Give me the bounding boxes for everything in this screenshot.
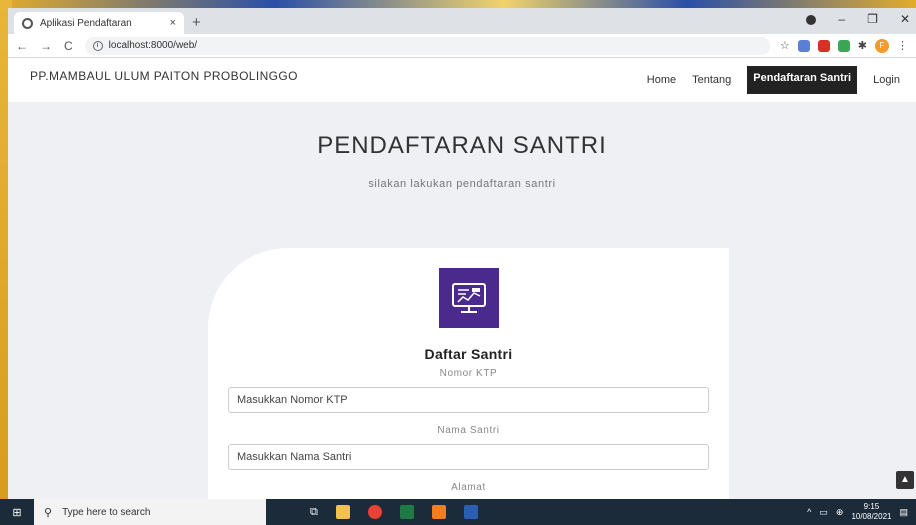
word-icon[interactable] xyxy=(463,505,478,519)
task-view-icon[interactable]: ⧉ xyxy=(310,506,318,519)
page-subtitle: silakan lakukan pendaftaran santri xyxy=(368,178,556,190)
extension-icon[interactable] xyxy=(797,39,810,52)
star-icon[interactable]: ☆ xyxy=(780,39,790,52)
nav-tentang[interactable]: Tentang xyxy=(692,74,731,86)
excel-icon[interactable] xyxy=(399,505,414,519)
clock[interactable]: 9:15 10/08/2021 xyxy=(851,502,891,522)
nav-login[interactable]: Login xyxy=(873,74,900,86)
nav-pendaftaran-santri[interactable]: Pendaftaran Santri xyxy=(747,66,858,94)
hero-section: PENDAFTARAN SANTRI silakan lakukan penda… xyxy=(8,132,916,190)
gem-extension-icon[interactable] xyxy=(837,39,850,52)
site-brand[interactable]: PP.MAMBAUL ULUM PAITON PROBOLINGGO xyxy=(30,69,647,83)
scroll-top-button[interactable]: ▲ xyxy=(896,471,914,489)
keyboard-icon[interactable]: ▭ xyxy=(819,507,828,518)
forward-icon[interactable]: → xyxy=(40,39,52,53)
globe-icon xyxy=(22,17,33,29)
date-text: 10/08/2021 xyxy=(851,512,892,521)
nav-home[interactable]: Home xyxy=(647,74,676,86)
new-tab-button[interactable]: + xyxy=(192,14,201,31)
registration-card: Daftar Santri Nomor KTP Nama Santri Alam… xyxy=(208,248,729,499)
site-navbar: PP.MAMBAUL ULUM PAITON PROBOLINGGO Home … xyxy=(8,58,916,102)
taskbar: ⊞ ⚲ Type here to search ⧉ ^ ▭ ⊕ 9:15 10/… xyxy=(0,499,916,525)
chevron-up-icon: ▲ xyxy=(900,474,910,485)
browser-window: Aplikasi Pendaftaran × + – ❐ ✕ ← → C i l… xyxy=(8,8,916,499)
sublime-icon[interactable] xyxy=(431,505,446,519)
avatar[interactable]: F xyxy=(875,38,889,53)
address-bar: ← → C i localhost:8000/web/ ☆ ✱ F ⋮ xyxy=(8,34,916,58)
web-page: PP.MAMBAUL ULUM PAITON PROBOLINGGO Home … xyxy=(8,58,916,499)
tab-close-icon[interactable]: × xyxy=(170,17,176,29)
file-explorer-icon[interactable] xyxy=(335,505,350,519)
alamat-label: Alamat xyxy=(451,482,486,493)
record-icon[interactable] xyxy=(806,15,817,25)
notification-icon[interactable]: ▤ xyxy=(899,507,908,518)
nama-santri-input[interactable] xyxy=(228,444,709,470)
nav-links: Home Tentang Pendaftaran Santri Login xyxy=(647,66,900,94)
browser-tab[interactable]: Aplikasi Pendaftaran × xyxy=(14,12,184,34)
info-icon[interactable]: i xyxy=(92,40,103,51)
ktp-input[interactable] xyxy=(228,387,709,413)
minimize-button[interactable]: – xyxy=(838,12,845,26)
network-icon[interactable]: ⊕ xyxy=(836,507,844,518)
taskbar-apps: ⧉ xyxy=(310,505,478,519)
taskbar-search-input[interactable]: ⚲ Type here to search xyxy=(34,499,266,525)
nama-santri-label: Nama Santri xyxy=(437,425,500,436)
tab-title: Aplikasi Pendaftaran xyxy=(40,17,132,29)
extensions: ☆ ✱ F ⋮ xyxy=(780,38,908,53)
monitor-icon xyxy=(438,268,499,328)
menu-icon[interactable]: ⋮ xyxy=(897,39,908,52)
close-window-button[interactable]: ✕ xyxy=(900,12,910,26)
time-text: 9:15 xyxy=(863,502,880,511)
puzzle-icon[interactable]: ✱ xyxy=(858,39,867,52)
search-icon: ⚲ xyxy=(44,506,53,519)
search-placeholder: Type here to search xyxy=(62,506,151,518)
maximize-button[interactable]: ❐ xyxy=(867,12,878,26)
url-text: localhost:8000/web/ xyxy=(108,40,198,51)
page-title: PENDAFTARAN SANTRI xyxy=(317,132,607,159)
chevron-up-icon[interactable]: ^ xyxy=(807,507,811,517)
url-input[interactable]: i localhost:8000/web/ xyxy=(84,36,770,55)
form-heading: Daftar Santri xyxy=(424,346,513,362)
system-tray: ^ ▭ ⊕ 9:15 10/08/2021 ▤ xyxy=(807,499,908,525)
back-icon[interactable]: ← xyxy=(16,39,28,53)
pdf-extension-icon[interactable] xyxy=(817,39,830,52)
chrome-icon[interactable] xyxy=(367,505,382,519)
tab-bar: Aplikasi Pendaftaran × + – ❐ ✕ xyxy=(8,8,916,34)
window-controls: – ❐ ✕ xyxy=(806,12,910,26)
windows-icon[interactable]: ⊞ xyxy=(0,506,34,519)
reload-icon[interactable]: C xyxy=(64,39,73,53)
ktp-label: Nomor KTP xyxy=(439,368,498,379)
